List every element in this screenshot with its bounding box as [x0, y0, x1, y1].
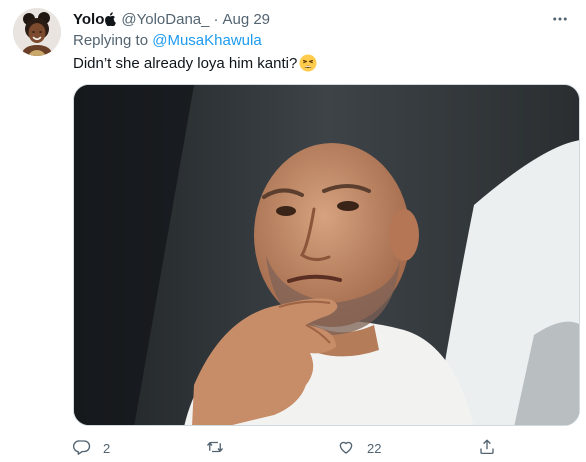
reply-button[interactable]: 2 [72, 437, 111, 459]
user-handle[interactable]: @YoloDana_ [121, 11, 209, 28]
share-icon [478, 438, 496, 459]
display-name[interactable]: Yolo [73, 11, 104, 28]
replying-to: Replying to @MusaKhawula [73, 32, 262, 51]
separator-dot: · [213, 10, 219, 28]
tweet-actions: 2 22 [72, 437, 513, 459]
replying-to-label: Replying to [73, 32, 149, 49]
avatar[interactable] [13, 8, 61, 56]
tweet-text: Didn’t she already loya him kanti? [73, 53, 317, 73]
share-button[interactable] [478, 437, 496, 459]
retweet-icon [206, 438, 224, 459]
reply-icon [72, 438, 91, 459]
reply-mention-link[interactable]: @MusaKhawula [152, 32, 261, 49]
retweet-button[interactable] [206, 437, 236, 459]
like-count: 22 [367, 440, 382, 456]
tweet-photo[interactable] [73, 84, 580, 426]
weary-face-emoji [299, 54, 317, 72]
apple-icon [105, 12, 117, 27]
heart-icon [337, 438, 355, 459]
tweet-body: Didn’t she already loya him kanti? [73, 54, 298, 72]
tweet-date[interactable]: Aug 29 [222, 11, 270, 28]
reply-count: 2 [103, 440, 111, 456]
tweet-header: Yolo @YoloDana_ · Aug 29 [73, 9, 546, 29]
tweet[interactable]: Yolo @YoloDana_ · Aug 29 Replying to @Mu… [0, 0, 586, 462]
more-options-icon[interactable] [548, 9, 572, 29]
like-button[interactable]: 22 [337, 437, 381, 459]
